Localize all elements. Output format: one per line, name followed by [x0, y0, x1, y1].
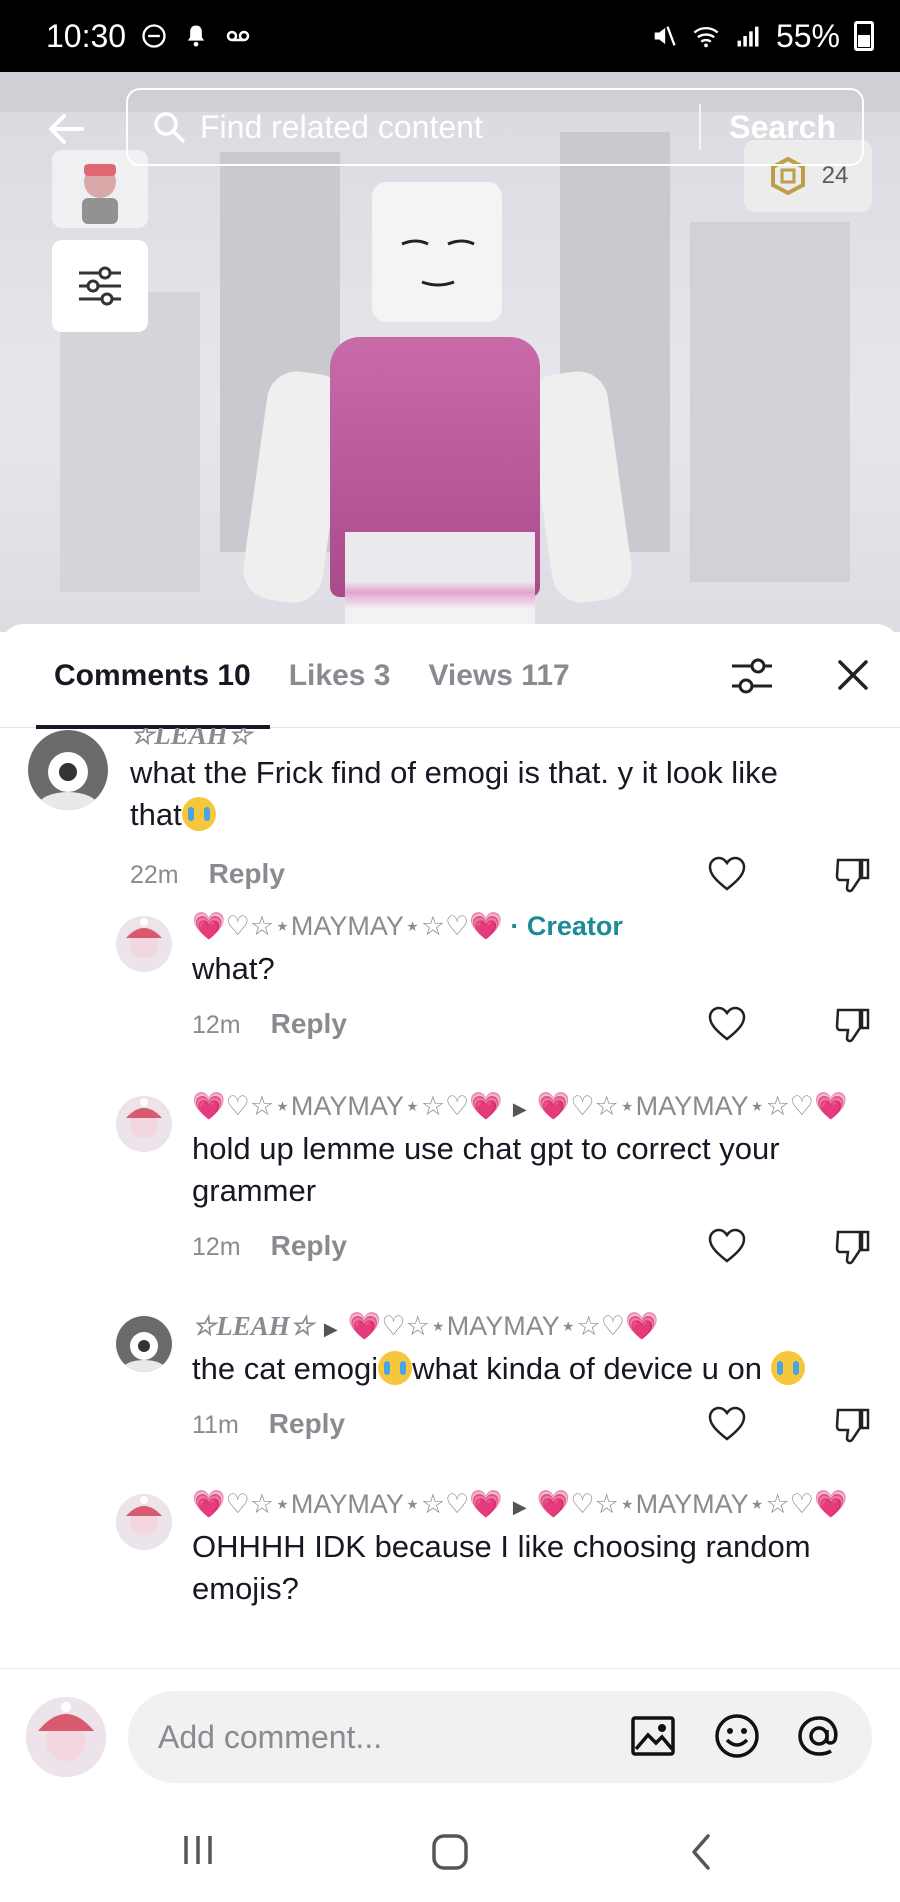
sliders-icon — [79, 266, 121, 306]
video-filter-button[interactable] — [52, 240, 148, 332]
avatar[interactable] — [116, 1096, 172, 1152]
reply-button[interactable]: Reply — [209, 858, 285, 889]
search-icon — [154, 112, 185, 143]
system-nav-bar — [0, 1798, 900, 1902]
comment-text: hold up lemme use chat gpt to correct yo… — [192, 1131, 780, 1208]
reply-arrow-icon: ▶ — [512, 1497, 527, 1517]
signal-icon — [737, 26, 759, 47]
close-icon[interactable] — [832, 654, 874, 696]
dislike-icon[interactable] — [834, 1228, 872, 1266]
author-name: 💗♡☆⋆MAYMAY⋆☆♡💗 — [192, 1489, 503, 1519]
author-name: 💗♡☆⋆MAYMAY⋆☆♡💗 — [192, 1091, 503, 1121]
comment-text: what the Frick find of emogi is that. y … — [130, 752, 820, 836]
reply-button[interactable]: Reply — [271, 1230, 347, 1261]
current-user-avatar[interactable] — [26, 1697, 106, 1777]
search-button[interactable]: Search — [729, 109, 836, 146]
sheet-tabs: Comments 10 Likes 3 Views 117 — [0, 624, 900, 729]
nav-back-icon[interactable] — [686, 1832, 716, 1872]
comment-author[interactable]: 💗♡☆⋆MAYMAY⋆☆♡💗 ▶ 💗♡☆⋆MAYMAY⋆☆♡💗 — [192, 1090, 848, 1122]
heart-icon[interactable] — [708, 1006, 746, 1042]
crying-emoji-icon — [378, 1351, 413, 1385]
avatar[interactable] — [28, 730, 108, 810]
heart-icon[interactable] — [708, 1406, 746, 1442]
reply-to-name[interactable]: 💗♡☆⋆MAYMAY⋆☆♡💗 — [537, 1489, 848, 1519]
crying-emoji-icon — [770, 1351, 805, 1385]
search-bar[interactable]: Find related content Search — [126, 88, 864, 166]
do-not-disturb-icon — [142, 24, 166, 48]
author-name: ☆LEAH☆ — [130, 728, 252, 750]
avatar[interactable] — [116, 916, 172, 972]
dislike-icon[interactable] — [834, 1406, 872, 1444]
reply-to-name[interactable]: 💗♡☆⋆MAYMAY⋆☆♡💗 — [537, 1091, 848, 1121]
heart-icon[interactable] — [708, 1228, 746, 1264]
recent-apps-icon[interactable] — [178, 1832, 218, 1868]
avatar[interactable] — [116, 1494, 172, 1550]
image-icon[interactable] — [628, 1711, 678, 1761]
comment-meta: 12m Reply — [192, 1008, 347, 1040]
reply-button[interactable]: Reply — [271, 1008, 347, 1039]
comment-author[interactable]: ☆LEAH☆ — [130, 728, 252, 751]
comment-text-content: what the Frick find of emogi is that. y … — [130, 755, 778, 832]
reply-to-name[interactable]: 💗♡☆⋆MAYMAY⋆☆♡💗 — [348, 1311, 659, 1341]
tab-views[interactable]: Views 117 — [428, 659, 569, 693]
reply-arrow-icon: ▶ — [323, 1319, 338, 1339]
comment-text: the cat emogi what kinda of device u on — [192, 1348, 882, 1390]
comment-text-part2: what kinda of device u on — [412, 1351, 762, 1386]
comment-time: 12m — [192, 1233, 241, 1261]
heart-icon[interactable] — [708, 856, 746, 892]
battery-icon — [854, 21, 874, 51]
status-bar: 10:30 55% — [0, 0, 900, 72]
status-time: 10:30 — [46, 17, 127, 54]
tab-likes[interactable]: Likes 3 — [289, 659, 391, 693]
search-divider — [699, 104, 702, 150]
comment-meta: 12m Reply — [192, 1230, 347, 1262]
emoji-icon[interactable] — [712, 1711, 762, 1761]
mute-icon — [654, 26, 676, 46]
comment-list[interactable]: ☆LEAH☆ what the Frick find of emogi is t… — [0, 728, 900, 1668]
comment-time: 22m — [130, 861, 179, 889]
comment-input-bar: Add comment... — [0, 1668, 900, 1798]
avatar[interactable] — [116, 1316, 172, 1372]
comment-input-placeholder: Add comment... — [158, 1718, 383, 1755]
comment-text: OHHHH IDK because I like choosing random… — [192, 1529, 811, 1606]
search-input[interactable]: Find related content — [200, 109, 699, 146]
comment-author[interactable]: 💗♡☆⋆MAYMAY⋆☆♡💗 ▶ 💗♡☆⋆MAYMAY⋆☆♡💗 — [192, 1488, 848, 1520]
comment-time: 12m — [192, 1011, 241, 1039]
author-name: 💗♡☆⋆MAYMAY⋆☆♡💗 — [192, 911, 503, 941]
back-arrow-icon[interactable] — [42, 104, 92, 154]
crying-emoji-icon — [181, 797, 216, 831]
comment-text-part1: the cat emogi — [192, 1351, 379, 1386]
creator-badge: · Creator — [510, 911, 623, 941]
comment-author[interactable]: ☆LEAH☆ ▶ 💗♡☆⋆MAYMAY⋆☆♡💗 — [192, 1310, 659, 1342]
avatar-character-head — [372, 182, 502, 322]
voicemail-icon — [226, 30, 250, 42]
dislike-icon[interactable] — [834, 856, 872, 894]
reply-arrow-icon: ▶ — [512, 1099, 527, 1119]
wifi-icon — [693, 26, 719, 48]
robux-count: 24 — [821, 162, 849, 189]
tab-comments[interactable]: Comments 10 — [54, 659, 251, 693]
comment-time: 11m — [192, 1411, 239, 1439]
author-name: ☆LEAH☆ — [192, 1311, 314, 1341]
reply-button[interactable]: Reply — [269, 1408, 345, 1439]
battery-percent: 55% — [775, 17, 840, 54]
mention-icon[interactable] — [794, 1711, 844, 1761]
comment-text: what? — [192, 951, 275, 986]
comment-meta: 22m Reply — [130, 858, 285, 890]
comment-filter-icon[interactable] — [728, 654, 776, 698]
comment-author[interactable]: 💗♡☆⋆MAYMAY⋆☆♡💗 · Creator — [192, 910, 623, 942]
notification-bell-icon — [187, 25, 205, 47]
home-icon[interactable] — [430, 1832, 470, 1872]
dislike-icon[interactable] — [834, 1006, 872, 1044]
comment-meta: 11m Reply — [192, 1408, 345, 1440]
